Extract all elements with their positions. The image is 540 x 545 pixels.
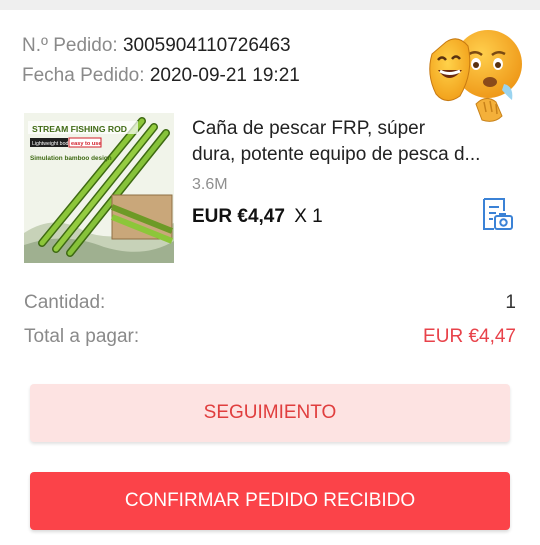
product-variant: 3.6M [192,176,228,193]
product-price-row: EUR €4,47 X 1 [192,206,323,228]
product-price: EUR €4,47 [192,206,285,227]
order-number-row: N.º Pedido: 3005904110726463 [22,34,291,58]
product-quantity: X 1 [294,206,323,227]
product-title-line-1: Caña de pescar FRP, súper [192,118,426,139]
top-divider [0,0,540,10]
order-date-value: 2020-09-21 19:21 [149,65,300,86]
image-brand-text: STREAM FISHING ROD [32,124,127,134]
summary-total-value: EUR €4,47 [423,326,516,347]
emoji-sticker-icon[interactable] [424,24,524,128]
order-detail-page: N.º Pedido: 3005904110726463 Fecha Pedid… [0,0,540,545]
order-date-row: Fecha Pedido: 2020-09-21 19:21 [22,64,300,88]
product-image[interactable]: STREAM FISHING ROD Lightweight body easy… [24,113,174,263]
summary-total-label: Total a pagar: [24,326,140,347]
image-tag-easy: easy to use [71,141,101,147]
receipt-camera-icon[interactable] [480,196,514,232]
summary-quantity-row: Cantidad: 1 [24,291,516,315]
summary-total-row: Total a pagar: EUR €4,47 [24,325,516,349]
order-number-value[interactable]: 3005904110726463 [123,35,291,56]
summary-quantity-value: 1 [505,292,516,313]
summary-quantity-label: Cantidad: [24,292,106,313]
order-date-label: Fecha Pedido: [22,65,145,86]
order-number-label: N.º Pedido: [22,35,118,56]
confirm-received-button[interactable]: CONFIRMAR PEDIDO RECIBIDO [30,472,510,530]
image-subtitle-text: Simulation bamboo design [30,155,112,162]
product-title[interactable]: Caña de pescar FRP, súper dura, potente … [192,116,512,168]
image-tag-lightweight: Lightweight body [32,141,71,147]
product-title-line-2: dura, potente equipo de pesca d... [192,144,481,165]
tracking-button[interactable]: SEGUIMIENTO [30,384,510,442]
